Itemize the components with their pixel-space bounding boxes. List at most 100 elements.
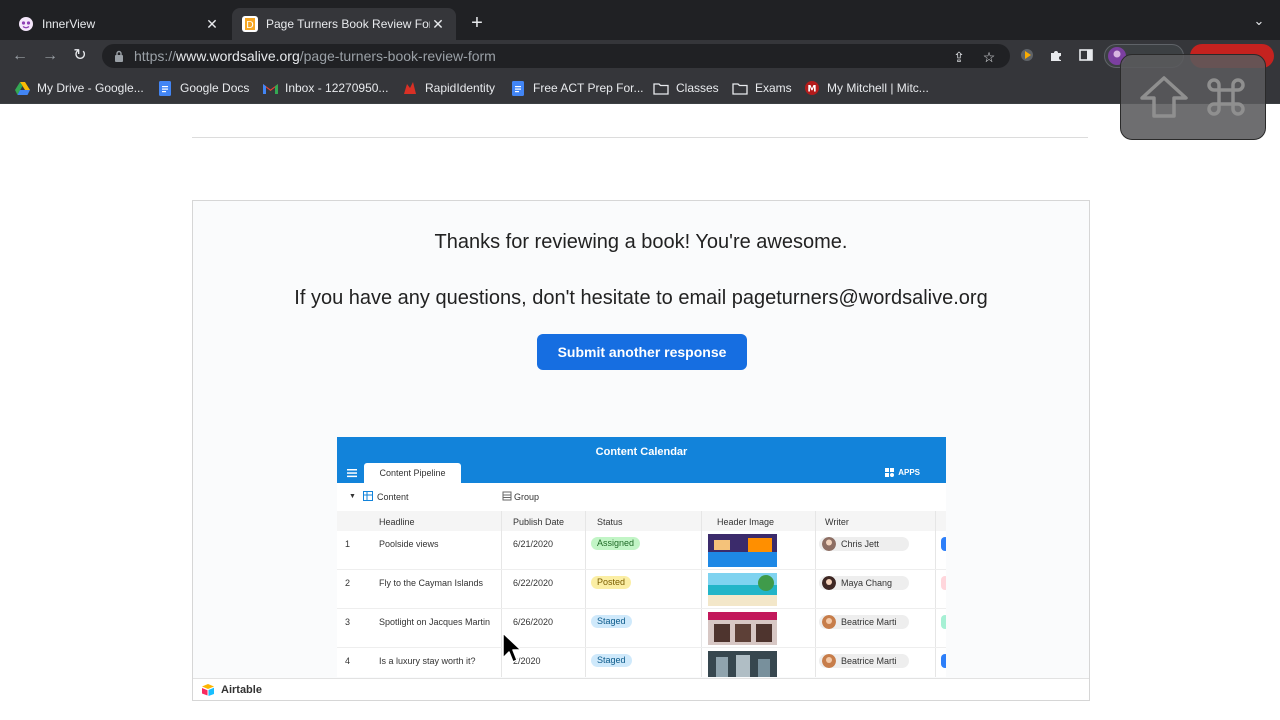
forward-icon[interactable]: → — [40, 46, 60, 66]
cut-off-badge — [941, 537, 946, 551]
airtable-preview-header: Content Calendar Content Pipeline APPS — [337, 437, 946, 483]
writer-chip: Chris Jett — [819, 537, 909, 551]
bookmark-inbox[interactable]: Inbox - 12270950... — [262, 78, 388, 98]
extension-icon[interactable] — [1018, 47, 1036, 65]
airtable-brand: Airtable — [221, 684, 262, 696]
group-label: Group — [514, 492, 540, 502]
writer-name: Beatrice Marti — [841, 656, 897, 666]
writer-chip: Maya Chang — [819, 576, 909, 590]
status-badge: Posted — [591, 576, 632, 589]
writer-name: Chris Jett — [841, 539, 880, 549]
table-row: 2 Fly to the Cayman Islands 6/22/2020 Po… — [337, 570, 946, 609]
folder-icon — [732, 80, 748, 96]
bookmark-label: Google Docs — [180, 81, 250, 95]
writer-chip: Beatrice Marti — [819, 615, 909, 629]
bookmark-label: RapidIdentity — [425, 81, 496, 95]
writer-name: Maya Chang — [841, 578, 893, 588]
address-bar[interactable]: https://www.wordsalive.org/page-turners-… — [102, 44, 1010, 68]
table-tab: Content Pipeline — [364, 463, 461, 483]
bookmark-classes[interactable]: Classes — [653, 78, 719, 98]
folder-icon — [653, 80, 669, 96]
svg-text:D: D — [246, 20, 254, 31]
column-header: Writer — [825, 517, 849, 527]
writer-chip: Beatrice Marti — [819, 654, 909, 668]
bookmark-rapididentity[interactable]: RapidIdentity — [402, 78, 495, 98]
tab-innerview[interactable]: InnerView ✕ — [8, 8, 230, 40]
new-tab-icon[interactable]: + — [466, 12, 488, 34]
grid-view-icon — [363, 491, 373, 501]
avatar — [822, 654, 836, 668]
header-image-storefront — [708, 612, 777, 645]
status-badge: Staged — [591, 654, 632, 667]
row-date: 6/21/2020 — [513, 539, 554, 549]
share-icon[interactable]: ⇪ — [950, 48, 968, 66]
avatar — [822, 537, 836, 551]
view-bar: ▼ Content Group — [337, 483, 946, 511]
google-docs-icon — [510, 80, 526, 96]
bookmark-label: My Mitchell | Mitc... — [827, 81, 929, 95]
svg-text:M: M — [808, 85, 817, 95]
side-panel-icon[interactable] — [1077, 47, 1095, 65]
column-header: Status — [597, 517, 623, 527]
bookmark-google-docs[interactable]: Google Docs — [157, 78, 249, 98]
writer-name: Beatrice Marti — [841, 617, 897, 627]
chevron-down-icon[interactable]: ⌄ — [1250, 12, 1268, 30]
apps-label-wrap: APPS — [885, 468, 920, 477]
row-date: 6/22/2020 — [513, 578, 554, 588]
status-badge: Assigned — [591, 537, 641, 550]
google-drive-icon — [14, 80, 30, 96]
innerview-icon — [18, 16, 34, 32]
back-icon[interactable]: ← — [10, 46, 30, 66]
base-title: Content Calendar — [595, 446, 688, 458]
cut-off-badge — [941, 615, 946, 629]
column-header: Headline — [379, 517, 415, 527]
close-icon[interactable]: ✕ — [430, 16, 446, 32]
bookmark-label: My Drive - Google... — [37, 81, 144, 95]
column-headers: Headline Publish Date Status Header Imag… — [337, 511, 946, 531]
close-icon[interactable]: ✕ — [204, 16, 220, 32]
bookmark-my-mitchell[interactable]: M My Mitchell | Mitc... — [804, 78, 929, 98]
lock-icon — [112, 49, 126, 63]
view-name: Content — [377, 492, 409, 502]
header-image-beach — [708, 573, 777, 606]
command-key-icon — [1207, 78, 1245, 116]
tab-title: InnerView — [42, 17, 96, 31]
avatar — [822, 615, 836, 629]
airtable-preview: Content Calendar Content Pipeline APPS ▼… — [337, 437, 946, 677]
puzzle-icon[interactable] — [1047, 47, 1065, 65]
tab-page-turners[interactable]: D Page Turners Book Review Form ✕ — [232, 8, 456, 40]
avatar — [822, 576, 836, 590]
bookmark-label: Free ACT Prep For... — [533, 81, 644, 95]
url-path: /page-turners-book-review-form — [299, 48, 496, 64]
submit-another-response-button[interactable]: Submit another response — [537, 334, 747, 370]
row-headline: Spotlight on Jacques Martin — [379, 617, 491, 627]
bookmark-label: Exams — [755, 81, 792, 95]
bookmark-label: Classes — [676, 81, 719, 95]
bookmarks-bar: My Drive - Google... Google Docs Inbox -… — [0, 72, 1280, 104]
header-image-pool — [708, 534, 777, 567]
table-row: 3 Spotlight on Jacques Martin 6/26/2020 … — [337, 609, 946, 648]
tab-title: Page Turners Book Review Form — [266, 17, 430, 31]
shift-key-icon — [1140, 76, 1188, 118]
row-headline: Is a luxury stay worth it? — [379, 656, 476, 666]
airtable-footer[interactable]: Airtable — [193, 678, 1089, 700]
bookmark-my-drive[interactable]: My Drive - Google... — [14, 78, 144, 98]
header-image-hotel — [708, 651, 777, 677]
reload-icon[interactable]: ↻ — [70, 46, 90, 66]
apps-label: APPS — [898, 468, 920, 477]
row-date: 6/26/2020 — [513, 617, 554, 627]
table-row: 4 Is a luxury stay worth it? 2/2020 Stag… — [337, 648, 946, 677]
thanks-message: Thanks for reviewing a book! You're awes… — [434, 231, 848, 253]
bookmark-star-icon[interactable]: ☆ — [980, 48, 998, 66]
apps-icon — [885, 468, 895, 477]
contact-message: If you have any questions, don't hesitat… — [294, 287, 988, 309]
url-scheme: https:// — [134, 48, 177, 64]
bookmark-exams[interactable]: Exams — [732, 78, 792, 98]
tab-strip: InnerView ✕ D Page Turners Book Review F… — [0, 0, 1280, 40]
column-header: Publish Date — [513, 517, 565, 527]
row-number: 1 — [345, 539, 351, 549]
column-header: Header Image — [717, 517, 775, 527]
hamburger-menu-icon — [347, 469, 357, 478]
bookmark-free-act-prep[interactable]: Free ACT Prep For... — [510, 78, 643, 98]
row-number: 2 — [345, 578, 351, 588]
